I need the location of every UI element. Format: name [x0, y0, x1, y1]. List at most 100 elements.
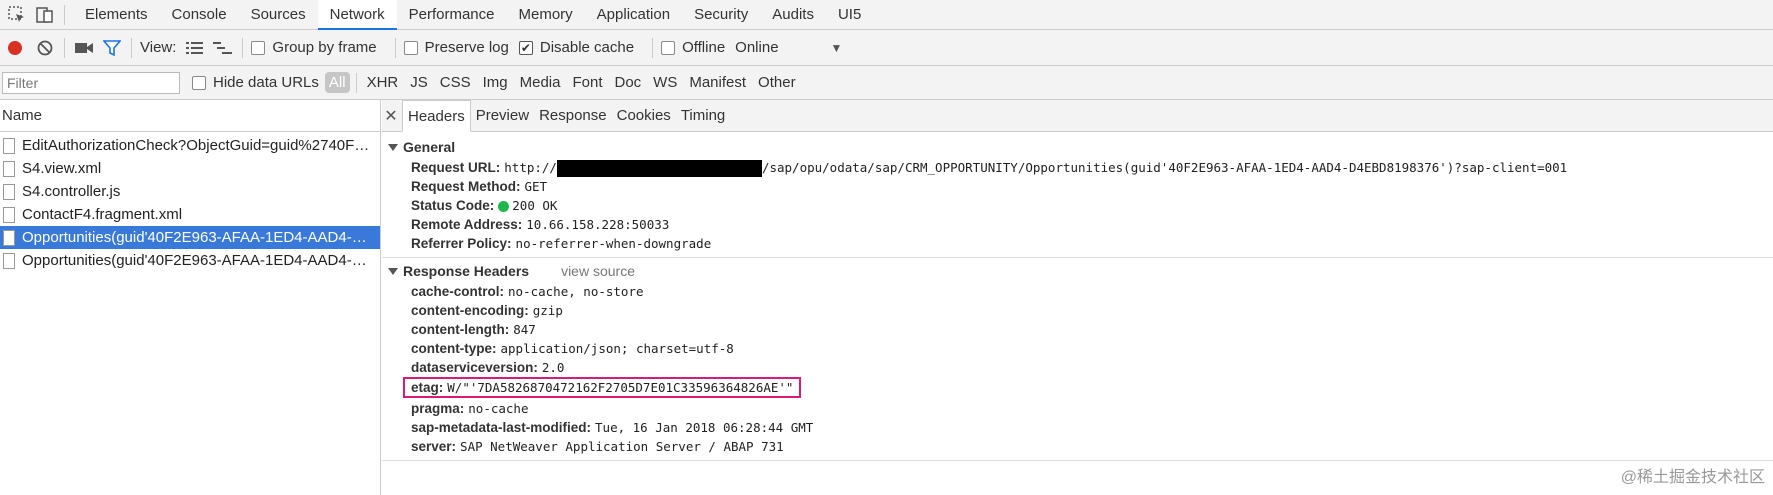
response-header-row: dataserviceversion: 2.0	[382, 358, 1773, 377]
record-icon[interactable]	[4, 37, 26, 59]
tab-application[interactable]: Application	[585, 0, 682, 30]
filter-type-font[interactable]: Font	[566, 74, 608, 91]
close-icon[interactable]: ✕	[382, 106, 400, 126]
header-key: content-type:	[411, 341, 497, 356]
remote-address-value: 10.66.158.228:50033	[526, 217, 670, 232]
checkbox-box[interactable]	[251, 40, 266, 55]
tab-network[interactable]: Network	[317, 0, 397, 30]
clear-icon[interactable]	[34, 37, 56, 59]
referrer-policy-row: Referrer Policy: no-referrer-when-downgra…	[382, 234, 1773, 253]
file-icon	[3, 160, 15, 177]
name-column-header[interactable]: Name	[0, 100, 380, 132]
header-key: server:	[411, 439, 457, 454]
request-url-prefix: http://	[504, 160, 557, 175]
throttle-select[interactable]: Online	[735, 39, 778, 56]
general-section-header[interactable]: General	[382, 136, 1773, 158]
request-name: S4.controller.js	[22, 183, 121, 200]
filter-type-other[interactable]: Other	[752, 74, 802, 91]
tab-memory[interactable]: Memory	[507, 0, 585, 30]
view-label: View:	[140, 39, 177, 56]
header-key: content-length:	[411, 322, 510, 337]
tab-console[interactable]: Console	[160, 0, 239, 30]
request-name: ContactF4.fragment.xml	[22, 206, 183, 223]
detail-tab-headers[interactable]: Headers	[402, 99, 471, 132]
filter-type-xhr[interactable]: XHR	[361, 74, 405, 91]
tab-audits[interactable]: Audits	[760, 0, 826, 30]
response-header-row: etag: W/"'7DA5826870472162F2705D7E01C3359…	[382, 377, 1773, 399]
request-row[interactable]: ContactF4.fragment.xml	[0, 203, 380, 226]
offline-checkbox[interactable]: Offline	[661, 39, 725, 56]
divider	[652, 37, 654, 58]
filter-type-ws[interactable]: WS	[647, 74, 683, 91]
request-row[interactable]: Opportunities(guid'40F2E963-AFAA-1ED4-AA…	[0, 249, 380, 272]
tab-performance[interactable]: Performance	[397, 0, 507, 30]
request-row[interactable]: EditAuthorizationCheck?ObjectGuid=guid%2…	[0, 134, 380, 157]
group-by-frame-checkbox[interactable]: Group by frame	[251, 39, 377, 56]
checkbox-box[interactable]	[192, 75, 206, 90]
divider	[382, 460, 1773, 461]
offline-label: Offline	[682, 39, 726, 56]
network-toolbar: View: Group by frame Preserve log ✔ Disab…	[0, 30, 1773, 66]
header-key: content-encoding:	[411, 303, 529, 318]
checkbox-box[interactable]	[661, 40, 676, 55]
header-value: SAP NetWeaver Application Server / ABAP …	[460, 439, 784, 454]
filter-type-media[interactable]: Media	[514, 74, 567, 91]
filter-type-js[interactable]: JS	[404, 74, 434, 91]
header-pair: cache-control: no-cache, no-store	[411, 284, 644, 299]
detail-tab-timing[interactable]: Timing	[676, 100, 730, 132]
main-tabs: Elements Console Sources Network Performance…	[73, 0, 873, 30]
response-headers-header[interactable]: Response Headers view source	[382, 260, 1773, 282]
camera-icon[interactable]	[73, 37, 95, 59]
request-row[interactable]: S4.controller.js	[0, 180, 380, 203]
detail-tab-response[interactable]: Response	[534, 100, 612, 132]
request-name: Opportunities(guid'40F2E963-AFAA-1ED4-AA…	[22, 229, 372, 246]
header-key: pragma:	[411, 401, 465, 416]
tab-sources[interactable]: Sources	[239, 0, 318, 30]
filter-bar: Hide data URLs All XHRJSCSSImgMediaFontDo…	[0, 66, 1773, 100]
header-value: 2.0	[541, 360, 565, 375]
filter-type-manifest[interactable]: Manifest	[683, 74, 752, 91]
large-rows-icon[interactable]	[184, 37, 206, 59]
file-icon	[3, 252, 15, 269]
file-icon	[3, 137, 15, 154]
view-source-link[interactable]: view source	[561, 260, 635, 282]
hide-data-urls-checkbox[interactable]: Hide data URLs	[192, 74, 319, 91]
hide-data-urls-label: Hide data URLs	[213, 74, 319, 91]
preserve-log-checkbox[interactable]: Preserve log	[403, 39, 509, 56]
device-toolbar-icon[interactable]	[34, 4, 56, 26]
detail-tab-cookies[interactable]: Cookies	[612, 100, 676, 132]
disable-cache-label: Disable cache	[539, 39, 635, 56]
header-value: no-cache	[468, 401, 529, 416]
tab-ui5[interactable]: UI5	[826, 0, 873, 30]
filter-type-css[interactable]: CSS	[434, 74, 477, 91]
request-list-pane: Name EditAuthorizationCheck?ObjectGuid=g…	[0, 100, 381, 495]
chevron-down-icon[interactable]: ▼	[831, 41, 843, 55]
header-pair: dataserviceversion: 2.0	[411, 360, 564, 375]
request-name: EditAuthorizationCheck?ObjectGuid=guid%2…	[22, 137, 372, 154]
divider	[131, 37, 132, 58]
request-url-row: Request URL: http:// /sap/opu/odata/sap/CR…	[382, 158, 1773, 177]
divider	[242, 37, 244, 58]
filter-type-img[interactable]: Img	[477, 74, 514, 91]
detail-tab-preview[interactable]: Preview	[471, 100, 534, 132]
checkbox-box[interactable]	[403, 40, 418, 55]
inspect-element-icon[interactable]	[6, 4, 28, 26]
request-detail-pane: ✕ Headers Preview Response Cookies Timing Ge…	[382, 99, 1773, 495]
filter-input[interactable]	[2, 71, 180, 94]
tab-elements[interactable]: Elements	[73, 0, 160, 30]
request-method-key: Request Method:	[411, 179, 521, 194]
disable-cache-checkbox[interactable]: ✔ Disable cache	[518, 39, 635, 56]
request-row[interactable]: Opportunities(guid'40F2E963-AFAA-1ED4-AA…	[0, 226, 380, 249]
filter-type-all[interactable]: All	[324, 72, 350, 93]
divider	[355, 72, 357, 93]
filter-icon[interactable]	[101, 37, 123, 59]
waterfall-icon[interactable]	[212, 37, 234, 59]
request-row[interactable]: S4.view.xml	[0, 157, 380, 180]
response-header-row: sap-metadata-last-modified: Tue, 16 Jan 2…	[382, 418, 1773, 437]
tab-security[interactable]: Security	[682, 0, 760, 30]
request-name: Opportunities(guid'40F2E963-AFAA-1ED4-AA…	[22, 252, 372, 269]
file-icon	[3, 206, 15, 223]
request-method-value: GET	[524, 179, 548, 194]
checkmark-icon[interactable]: ✔	[518, 40, 533, 55]
filter-type-doc[interactable]: Doc	[608, 74, 647, 91]
